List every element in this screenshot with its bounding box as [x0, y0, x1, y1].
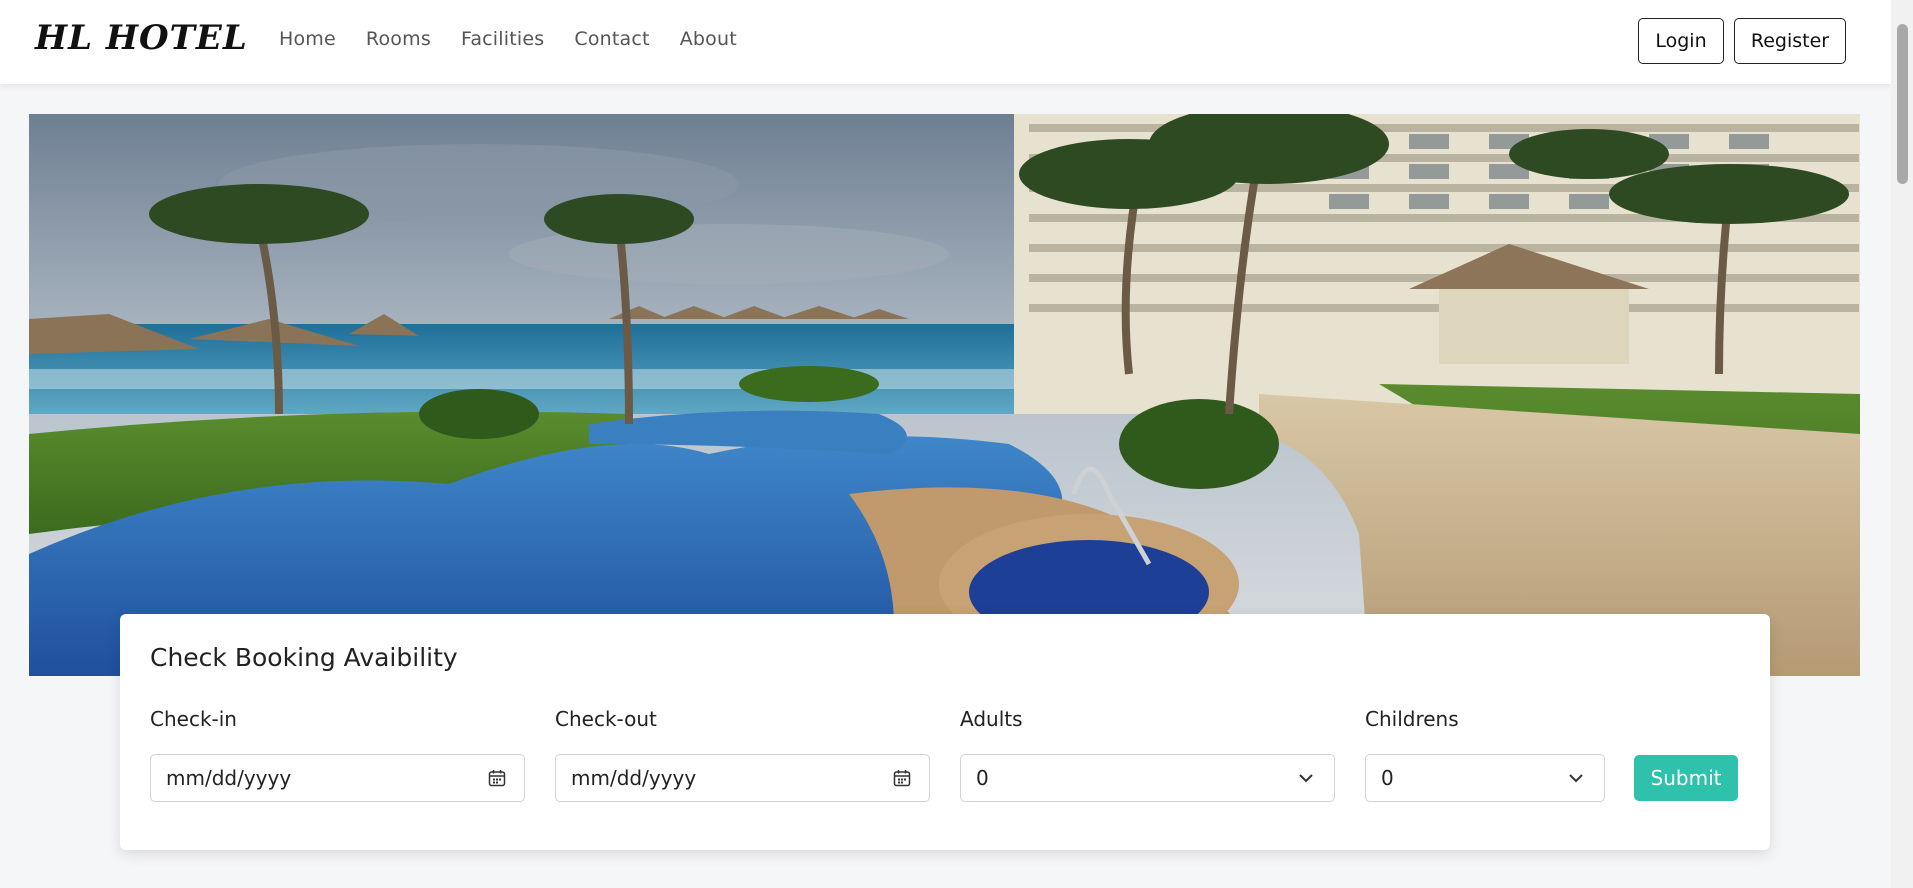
checkin-value: mm/dd/yyyy: [166, 766, 292, 790]
page-scrollbar[interactable]: [1891, 0, 1913, 888]
resort-pool-photo: [29, 114, 1860, 676]
nav-link-about[interactable]: About: [680, 28, 737, 50]
adults-select[interactable]: 0: [960, 754, 1335, 802]
booking-card: Check Booking Avaibility Check-in mm/dd/…: [120, 614, 1770, 850]
nav-link-contact[interactable]: Contact: [574, 28, 649, 50]
children-value: 0: [1381, 766, 1394, 790]
nav-link-rooms[interactable]: Rooms: [366, 28, 431, 50]
chevron-down-icon: [1299, 774, 1313, 783]
brand-logo[interactable]: HL HOTEL: [35, 18, 248, 58]
checkout-label: Check-out: [555, 707, 657, 731]
submit-button[interactable]: Submit: [1634, 755, 1738, 801]
checkin-label: Check-in: [150, 707, 237, 731]
children-label: Childrens: [1365, 707, 1459, 731]
register-button[interactable]: Register: [1734, 18, 1846, 64]
checkout-value: mm/dd/yyyy: [571, 766, 697, 790]
login-button[interactable]: Login: [1638, 18, 1724, 64]
nav-links: Home Rooms Facilities Contact About: [279, 28, 767, 50]
scrollbar-thumb[interactable]: [1897, 24, 1908, 184]
calendar-icon[interactable]: [488, 769, 506, 787]
children-select[interactable]: 0: [1365, 754, 1605, 802]
checkout-date-input[interactable]: mm/dd/yyyy: [555, 754, 930, 802]
nav-link-home[interactable]: Home: [279, 28, 336, 50]
checkin-date-input[interactable]: mm/dd/yyyy: [150, 754, 525, 802]
chevron-down-icon: [1569, 774, 1583, 783]
nav-link-facilities[interactable]: Facilities: [461, 28, 544, 50]
adults-label: Adults: [960, 707, 1023, 731]
booking-title: Check Booking Avaibility: [150, 643, 458, 672]
navbar: HL HOTEL Home Rooms Facilities Contact A…: [0, 0, 1891, 84]
adults-value: 0: [976, 766, 989, 790]
hero-image: [29, 114, 1860, 676]
calendar-icon[interactable]: [893, 769, 911, 787]
